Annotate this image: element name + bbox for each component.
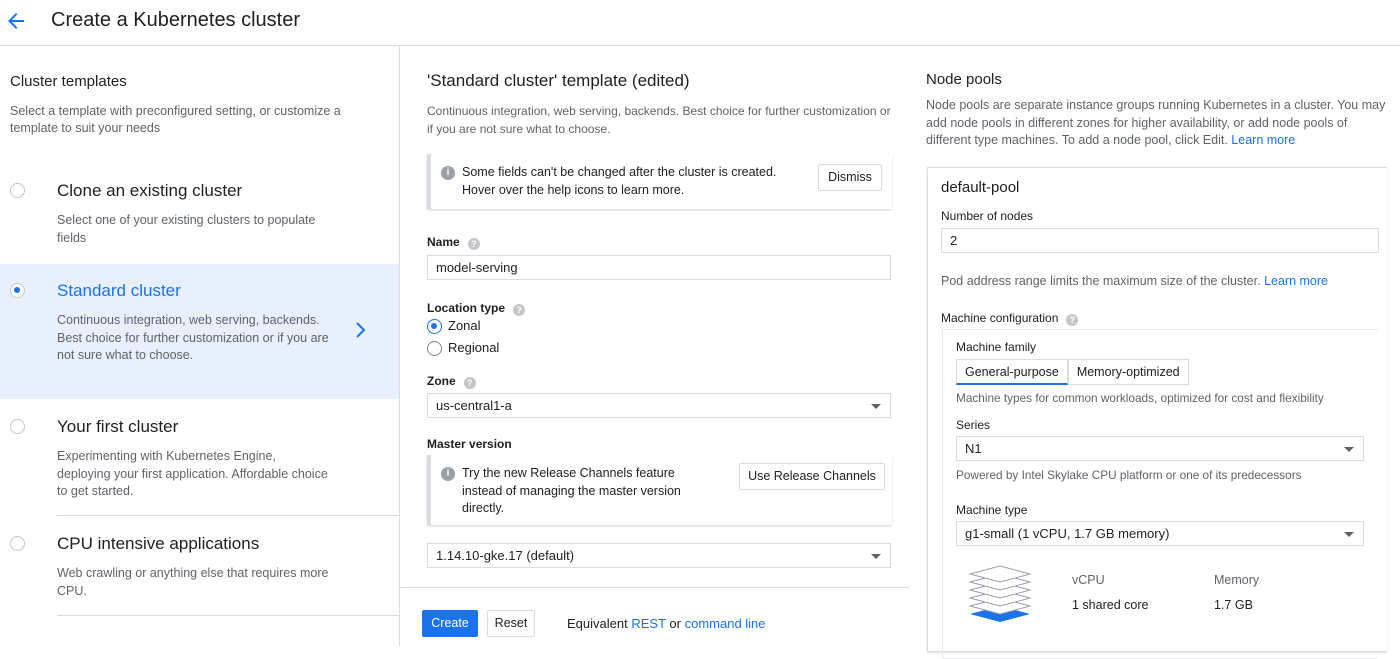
radio-unselected[interactable] [427, 341, 442, 356]
family-hint: Machine types for common workloads, opti… [956, 391, 1324, 405]
vcpu-label: vCPU [1072, 573, 1105, 587]
template-radio[interactable] [10, 283, 25, 298]
number-of-nodes-input[interactable] [941, 228, 1379, 253]
machine-config-label: Machine configuration? [941, 311, 1079, 326]
template-cpu-intensive[interactable]: CPU intensive applications Web crawling … [0, 516, 399, 616]
memory-label: Memory [1214, 573, 1260, 587]
pod-address-hint: Pod address range limits the maximum siz… [941, 274, 1329, 288]
tab-memory-optimized[interactable]: Memory-optimized [1067, 359, 1189, 385]
zone-select[interactable]: us-central1-a [427, 393, 891, 418]
template-desc: Continuous integration, web serving, bac… [57, 313, 329, 362]
form-actions: Create Reset Equivalent REST or command … [401, 587, 909, 646]
radio-selected[interactable] [427, 319, 442, 334]
location-type-label: Location type? [427, 301, 526, 316]
template-name: Standard cluster [57, 281, 181, 300]
machine-type-select[interactable]: g1-small (1 vCPU, 1.7 GB memory) [956, 521, 1364, 546]
machine-type-label: Machine type [956, 503, 1028, 517]
dismiss-button[interactable]: Dismiss [818, 164, 882, 191]
template-name: CPU intensive applications [57, 534, 260, 553]
templates-panel: Cluster templates Select a template with… [0, 46, 400, 646]
help-icon[interactable]: ? [467, 238, 480, 250]
info-icon: i [441, 166, 455, 180]
immutable-fields-notice: i Some fields can't be changed after the… [427, 154, 892, 209]
master-version-value: 1.14.10-gke.17 (default) [436, 548, 575, 563]
template-your-first-cluster[interactable]: Your first cluster Experimenting with Ku… [0, 399, 399, 516]
notice-text: Some fields can't be changed after the c… [462, 165, 777, 197]
divider [57, 615, 399, 616]
rest-link[interactable]: REST [631, 616, 665, 631]
zone-label: Zone? [427, 374, 476, 389]
node-pools-desc: Node pools are separate instance groups … [926, 98, 1386, 147]
pool-name: default-pool [941, 179, 1020, 196]
pod-learn-more-link[interactable]: Learn more [1264, 274, 1328, 288]
template-radio[interactable] [10, 536, 25, 551]
help-icon[interactable]: ? [513, 304, 526, 316]
top-bar: Create a Kubernetes cluster [0, 0, 1400, 46]
form-title: 'Standard cluster' template (edited) [427, 71, 690, 90]
node-pools-title: Node pools [926, 71, 1002, 88]
dropdown-arrow-icon [871, 404, 881, 409]
template-desc: Experimenting with Kubernetes Engine, de… [57, 449, 328, 498]
template-name: Your first cluster [57, 417, 179, 436]
machine-type-value: g1-small (1 vCPU, 1.7 GB memory) [965, 526, 1170, 541]
template-desc: Web crawling or anything else that requi… [57, 566, 329, 598]
memory-value: 1.7 GB [1214, 598, 1253, 612]
info-icon: i [441, 467, 455, 481]
reset-button[interactable]: Reset [487, 610, 535, 637]
template-clone-existing[interactable]: Clone an existing cluster Select one of … [0, 163, 399, 264]
number-of-nodes-label: Number of nodes [941, 209, 1034, 223]
node-pools-panel: Node pools Node pools are separate insta… [909, 46, 1400, 659]
template-name: Clone an existing cluster [57, 181, 243, 200]
machine-config-box: Machine family General-purpose Memory-op… [942, 329, 1378, 659]
dropdown-arrow-icon [871, 554, 881, 559]
create-button[interactable]: Create [422, 610, 478, 637]
learn-more-link[interactable]: Learn more [1231, 133, 1295, 147]
template-desc: Select one of your existing clusters to … [57, 213, 316, 245]
vcpu-value: 1 shared core [1072, 598, 1149, 612]
templates-subtitle: Select a template with preconfigured set… [10, 104, 341, 135]
stacked-layers-icon [968, 565, 1032, 622]
notice-text: Try the new Release Channels feature ins… [462, 466, 681, 515]
page-title: Create a Kubernetes cluster [51, 9, 301, 31]
dropdown-arrow-icon [1344, 532, 1354, 537]
use-release-channels-button[interactable]: Use Release Channels [739, 463, 885, 490]
tab-general-purpose[interactable]: General-purpose [956, 359, 1068, 385]
series-value: N1 [965, 441, 982, 456]
series-label: Series [956, 418, 991, 432]
template-radio[interactable] [10, 183, 25, 198]
radio-label: Zonal [448, 318, 481, 333]
default-pool-card: default-pool Number of nodes Pod address… [927, 167, 1387, 659]
or-text: or [669, 616, 681, 631]
release-channels-notice: i Try the new Release Channels feature i… [427, 455, 892, 525]
form-subtitle: Continuous integration, web serving, bac… [427, 104, 891, 136]
machine-family-tabs: General-purpose Memory-optimized [956, 359, 1189, 385]
master-version-select[interactable]: 1.14.10-gke.17 (default) [427, 543, 891, 568]
template-radio[interactable] [10, 419, 25, 434]
help-icon[interactable]: ? [463, 377, 476, 389]
equivalent-row: Equivalent REST or command line [567, 616, 766, 631]
radio-label: Regional [448, 340, 500, 355]
name-label: Name? [427, 235, 480, 250]
master-version-label: Master version [427, 437, 512, 451]
help-icon[interactable]: ? [1066, 314, 1079, 326]
cluster-form: 'Standard cluster' template (edited) Con… [401, 46, 909, 646]
templates-title: Cluster templates [10, 73, 127, 90]
dropdown-arrow-icon [1344, 447, 1354, 452]
command-line-link[interactable]: command line [685, 616, 766, 631]
template-standard-cluster[interactable]: Standard cluster Continuous integration,… [0, 264, 399, 399]
zone-value: us-central1-a [436, 398, 512, 413]
name-input[interactable] [427, 255, 891, 280]
chevron-right-icon[interactable] [353, 320, 369, 340]
series-hint: Powered by Intel Skylake CPU platform or… [956, 468, 1302, 482]
equivalent-text: Equivalent [567, 616, 628, 631]
back-arrow-icon[interactable] [4, 9, 28, 33]
series-select[interactable]: N1 [956, 436, 1364, 461]
machine-family-label: Machine family [956, 340, 1037, 354]
